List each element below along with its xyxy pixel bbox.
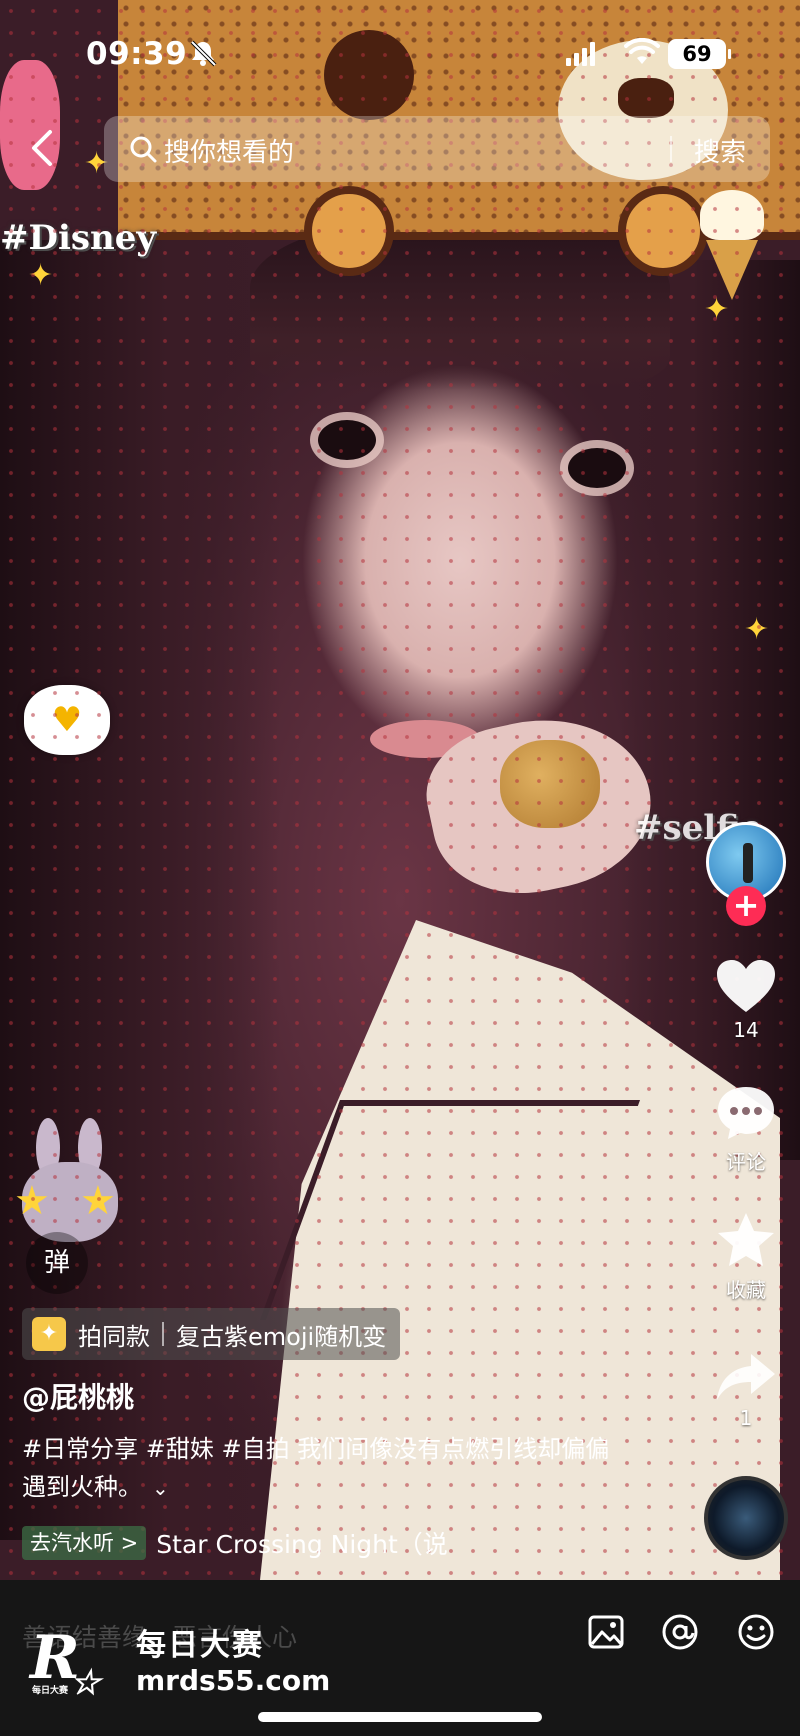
signal-icon bbox=[566, 42, 595, 66]
effect-divider bbox=[162, 1322, 164, 1346]
battery-indicator: 69 bbox=[668, 39, 731, 69]
icecream-sticker bbox=[700, 190, 764, 300]
bear-paw-right bbox=[618, 186, 708, 276]
music-disc[interactable] bbox=[704, 1476, 788, 1560]
search-placeholder[interactable]: 搜你想看的 bbox=[164, 132, 294, 169]
cookie bbox=[500, 740, 600, 828]
comment-button[interactable]: 评论 bbox=[706, 1084, 786, 1175]
video-description[interactable]: #日常分享 #甜妹 #自拍 我们间像没有点燃引线却偏偏遇到火种。 ⌄ bbox=[22, 1430, 622, 1507]
heart-cloud-sticker: ♥ bbox=[24, 685, 110, 755]
description-text: #日常分享 #甜妹 #自拍 我们间像没有点燃引线却偏偏遇到火种。 bbox=[22, 1435, 610, 1501]
share-button[interactable]: 1 bbox=[706, 1352, 786, 1430]
danmaku-toggle[interactable]: 弹 bbox=[26, 1232, 88, 1294]
star-icon bbox=[718, 1213, 774, 1266]
search-icon bbox=[130, 136, 157, 163]
right-eye bbox=[568, 448, 626, 488]
favorite-label: 收藏 bbox=[726, 1278, 766, 1302]
image-icon[interactable] bbox=[586, 1612, 626, 1652]
follow-button[interactable]: + bbox=[726, 886, 766, 926]
status-time: 09:39 bbox=[86, 36, 188, 72]
disney-sticker-text: #Disney bbox=[0, 218, 157, 258]
left-eye bbox=[318, 420, 376, 460]
song-title[interactable]: Star Crossing Night（说 bbox=[156, 1525, 486, 1561]
author-name[interactable]: @屁桃桃 bbox=[22, 1376, 134, 1416]
chevron-down-icon[interactable]: ⌄ bbox=[152, 1469, 169, 1507]
sparkle-icon: ✦ bbox=[28, 258, 54, 293]
bunny-sticker: ★ ★ bbox=[14, 1118, 124, 1248]
like-count: 14 bbox=[733, 1018, 759, 1042]
at-icon[interactable] bbox=[660, 1612, 700, 1652]
bear-paw-left bbox=[304, 186, 394, 276]
comment-icon bbox=[718, 1087, 774, 1139]
sparkle-icon: ✦ bbox=[744, 612, 770, 647]
search-divider bbox=[670, 136, 672, 162]
effect-name: 复古紫emoji随机变 bbox=[176, 1322, 387, 1351]
heart-icon bbox=[717, 960, 775, 1012]
music-row[interactable]: 去汽水听 > Star Crossing Night（说 bbox=[22, 1524, 486, 1562]
back-icon[interactable] bbox=[26, 126, 58, 170]
sparkle-effect-icon: ✦ bbox=[32, 1317, 66, 1351]
watermark-title: 每日大赛 bbox=[136, 1627, 264, 1663]
home-indicator[interactable] bbox=[258, 1712, 542, 1722]
music-app-chip[interactable]: 去汽水听 > bbox=[22, 1526, 147, 1560]
watermark-url: mrds55.com bbox=[136, 1663, 331, 1697]
status-bar: 09:39 69 bbox=[0, 30, 800, 80]
favorite-button[interactable]: 收藏 bbox=[706, 1210, 786, 1303]
effect-label: 拍同款 bbox=[78, 1322, 150, 1351]
bear-nose bbox=[618, 78, 674, 118]
share-count: 1 bbox=[739, 1406, 753, 1430]
effect-chip[interactable]: ✦ 拍同款 复古紫emoji随机变 bbox=[22, 1308, 401, 1360]
bell-muted-icon bbox=[190, 40, 217, 67]
share-icon bbox=[717, 1354, 775, 1400]
emoji-icon[interactable] bbox=[736, 1612, 776, 1652]
comment-label: 评论 bbox=[726, 1150, 766, 1174]
search-bar[interactable]: 搜你想看的 搜索 bbox=[104, 116, 770, 182]
watermark-logo: R ☆ 每日大赛 bbox=[30, 1623, 101, 1703]
search-button[interactable]: 搜索 bbox=[694, 132, 746, 169]
watermark: R ☆ 每日大赛 每日大赛 mrds55.com bbox=[30, 1608, 330, 1708]
like-button[interactable]: 14 bbox=[706, 958, 786, 1042]
wifi-icon bbox=[624, 38, 660, 64]
